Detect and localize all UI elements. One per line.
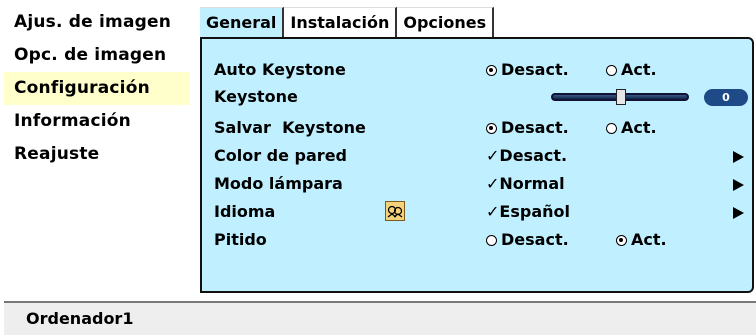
radio-unselected-icon [606,65,617,76]
idioma-value: ✓Español [486,202,570,221]
radio-selected-icon [486,65,497,76]
pitido-label: Pitido [214,230,267,249]
row-pitido: Pitido Desact. Act. [214,227,744,253]
radio-unselected-icon [606,123,617,134]
row-color-pared[interactable]: Color de pared ✓Desact. [214,143,744,169]
sidebar-item-opc-imagen[interactable]: Opc. de imagen [4,39,190,72]
settings-panel: Auto Keystone Desact. Act. Keystone 0 Sa… [200,37,754,293]
salvar-keystone-label: Salvar Keystone [214,118,366,137]
submenu-arrow-icon[interactable] [733,207,744,219]
keystone-slider[interactable] [551,89,689,105]
keystone-value: 0 [704,89,748,106]
pitido-on-radio[interactable]: Act. [616,227,667,253]
sidebar-item-informacion[interactable]: Información [4,105,190,138]
sidebar-item-configuracion[interactable]: Configuración [4,72,190,105]
input-source-label: Ordenador1 [26,309,134,328]
tab-instalacion[interactable]: Instalación [284,7,398,37]
row-auto-keystone: Auto Keystone Desact. Act. [214,57,744,83]
language-icon [385,201,405,221]
salvar-keystone-off-radio[interactable]: Desact. [486,115,569,141]
pitido-off-radio[interactable]: Desact. [486,227,569,253]
checkmark-icon: ✓ [486,202,500,221]
projector-menu: Ajus. de imagen Opc. de imagen Configura… [0,0,756,335]
keystone-label: Keystone [214,87,298,106]
modo-lampara-label: Modo lámpara [214,174,343,193]
row-idioma[interactable]: Idioma ✓Español [214,199,744,225]
checkmark-icon: ✓ [486,174,500,193]
tab-opciones[interactable]: Opciones [397,7,495,37]
salvar-keystone-on-radio[interactable]: Act. [606,115,657,141]
checkmark-icon: ✓ [486,146,500,165]
source-status-bar: Ordenador1 [4,301,756,335]
keystone-slider-handle[interactable] [616,89,626,105]
auto-keystone-off-radio[interactable]: Desact. [486,57,569,83]
row-modo-lampara[interactable]: Modo lámpara ✓Normal [214,171,744,197]
submenu-arrow-icon[interactable] [733,179,744,191]
tab-bar: General Instalación Opciones [200,5,495,37]
color-pared-value: ✓Desact. [486,146,568,165]
sidebar-item-ajus-imagen[interactable]: Ajus. de imagen [4,6,190,39]
sidebar-item-reajuste[interactable]: Reajuste [4,138,190,171]
color-pared-label: Color de pared [214,146,347,165]
radio-selected-icon [616,235,627,246]
auto-keystone-label: Auto Keystone [214,60,346,79]
radio-selected-icon [486,123,497,134]
auto-keystone-on-radio[interactable]: Act. [606,57,657,83]
tab-general[interactable]: General [200,7,285,37]
idioma-label: Idioma [214,202,276,221]
submenu-arrow-icon[interactable] [733,151,744,163]
radio-unselected-icon [486,235,497,246]
row-keystone: Keystone 0 [214,84,748,110]
modo-lampara-value: ✓Normal [486,174,565,193]
row-salvar-keystone: Salvar Keystone Desact. Act. [214,115,744,141]
menu-sidebar: Ajus. de imagen Opc. de imagen Configura… [4,6,190,171]
